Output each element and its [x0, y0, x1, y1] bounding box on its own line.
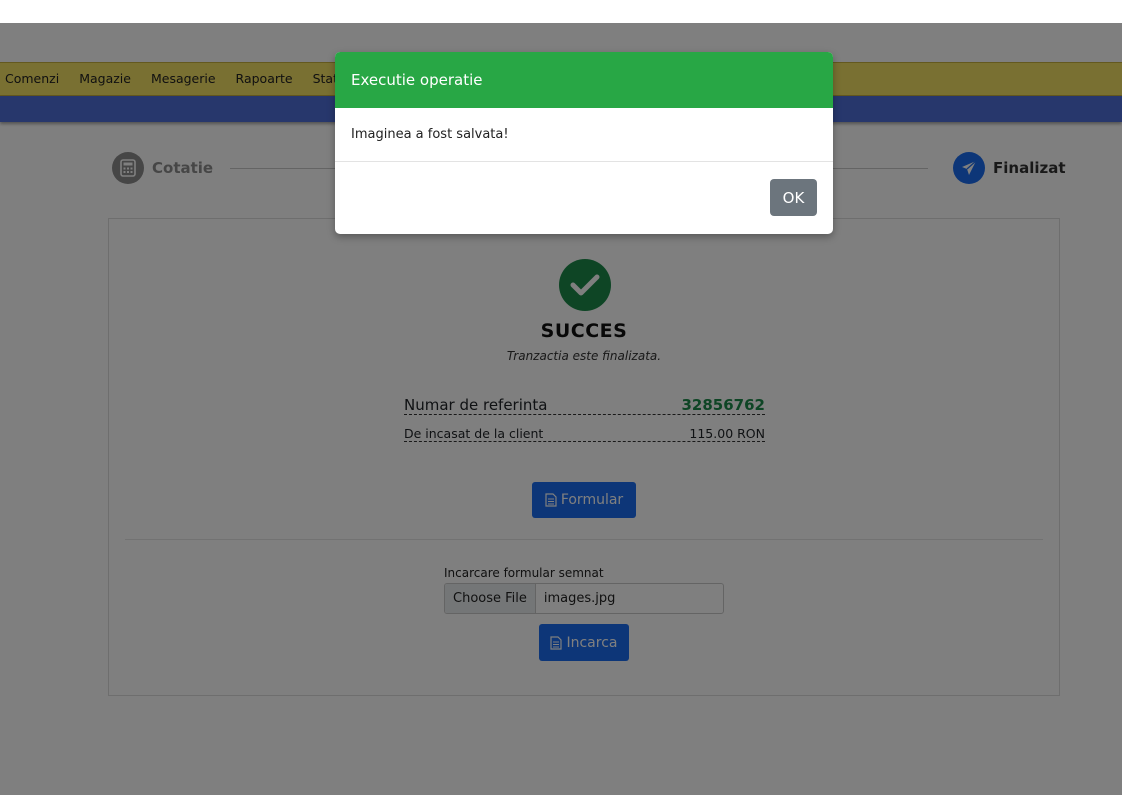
modal-body: Imaginea a fost salvata!: [335, 108, 833, 162]
ok-button[interactable]: OK: [770, 179, 817, 216]
modal-header: Executie operatie: [335, 52, 833, 108]
modal-dialog: Executie operatie Imaginea a fost salvat…: [335, 52, 833, 234]
modal-footer: OK: [335, 162, 833, 234]
modal-title: Executie operatie: [351, 71, 483, 89]
modal-message: Imaginea a fost salvata!: [351, 127, 509, 142]
